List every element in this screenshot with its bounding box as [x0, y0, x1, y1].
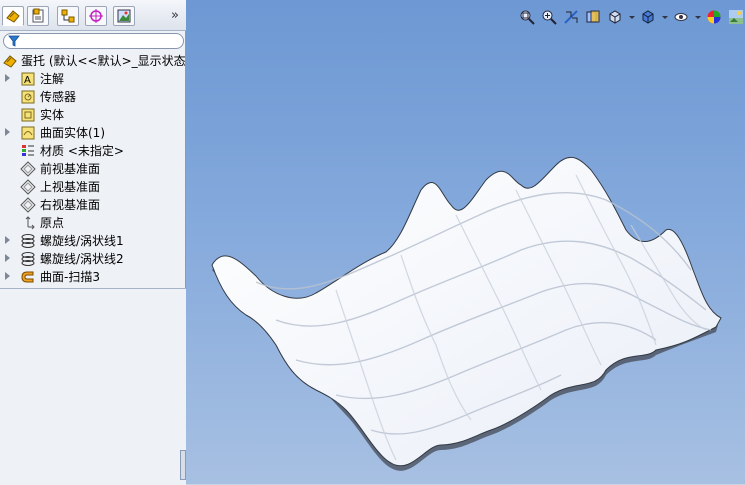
tree-item-label: 前视基准面	[40, 162, 101, 176]
part-icon	[3, 55, 17, 68]
property-sheet-icon	[32, 8, 44, 23]
zoom-to-fit-button[interactable]	[518, 8, 536, 26]
zoom-to-area-icon	[542, 10, 557, 25]
hide-show-items-icon	[674, 13, 688, 21]
dimxpert-icon	[89, 9, 103, 23]
feature-tree-icon	[6, 10, 20, 23]
heads-up-view-toolbar	[518, 6, 745, 28]
tree-item-sensors[interactable]: 传感器	[0, 88, 186, 106]
plane-icon	[20, 161, 36, 177]
svg-text:A: A	[24, 75, 31, 86]
swept-surface-icon	[21, 271, 34, 283]
tree-item-annotations[interactable]: A 注解	[0, 70, 186, 88]
helix-icon	[21, 252, 35, 266]
tree-item-label: 螺旋线/涡状线2	[40, 252, 124, 266]
feature-manager-tab[interactable]	[2, 6, 24, 26]
tree-item-label: 注解	[40, 72, 65, 86]
tree-item-origin[interactable]: 原点	[0, 214, 186, 232]
view-orientation-button[interactable]	[606, 8, 624, 26]
display-manager-tab[interactable]	[113, 6, 135, 26]
tree-item-solid-bodies[interactable]: 实体	[0, 106, 186, 124]
tree-item-swept-surface[interactable]: 曲面-扫描3	[0, 268, 186, 286]
hide-show-items-dropdown[interactable]	[694, 8, 701, 26]
display-style-button[interactable]	[639, 8, 657, 26]
sensor-icon	[21, 90, 35, 104]
expand-arrow-icon[interactable]	[5, 74, 10, 82]
feature-manager-pane: » 蛋托 (默认<<默认>_显示状态 A 注解 传感器 实体 曲面实体(1) 材…	[0, 0, 186, 485]
tree-root-part[interactable]: 蛋托 (默认<<默认>_显示状态	[0, 52, 186, 70]
tree-item-helix-2[interactable]: 螺旋线/涡状线2	[0, 250, 186, 268]
previous-view-button[interactable]	[562, 8, 580, 26]
plane-icon	[20, 179, 36, 195]
surface-bodies-icon	[21, 126, 35, 140]
hide-show-items-button[interactable]	[672, 8, 690, 26]
expand-arrow-icon[interactable]	[5, 236, 10, 244]
tree-item-label: 原点	[40, 216, 65, 230]
tree-item-material[interactable]: 材质 <未指定>	[0, 142, 186, 160]
material-icon	[22, 145, 34, 156]
tree-item-front-plane[interactable]: 前视基准面	[0, 160, 186, 178]
apply-scene-icon	[729, 10, 743, 24]
view-orientation-icon	[609, 10, 621, 24]
egg-tray-surface-model	[211, 156, 722, 471]
tree-item-label: 曲面实体(1)	[40, 126, 105, 140]
expand-arrow-icon[interactable]	[5, 272, 10, 280]
zoom-to-fit-icon	[520, 10, 535, 25]
tree-item-right-plane[interactable]: 右视基准面	[0, 196, 186, 214]
previous-view-icon	[564, 10, 578, 24]
tree-item-label: 传感器	[40, 90, 77, 104]
tree-item-top-plane[interactable]: 上视基准面	[0, 178, 186, 196]
tree-item-helix-1[interactable]: 螺旋线/涡状线1	[0, 232, 186, 250]
surface-face	[211, 156, 722, 467]
view-orientation-dropdown[interactable]	[628, 8, 635, 26]
tree-item-label: 实体	[40, 108, 65, 122]
apply-scene-button[interactable]	[727, 8, 745, 26]
edit-appearance-button[interactable]	[705, 8, 723, 26]
configuration-manager-tab[interactable]	[57, 6, 79, 26]
filter-icon	[8, 35, 20, 47]
solidworks-window: » 蛋托 (默认<<默认>_显示状态 A 注解 传感器 实体 曲面实体(1) 材…	[0, 0, 745, 485]
section-view-button[interactable]	[584, 8, 602, 26]
more-tabs-button[interactable]: »	[168, 8, 182, 24]
tree-item-surface-bodies[interactable]: 曲面实体(1)	[0, 124, 186, 142]
display-manager-icon	[117, 9, 131, 23]
zoom-to-area-button[interactable]	[540, 8, 558, 26]
graphics-area[interactable]	[186, 0, 745, 484]
annotation-icon: A	[21, 72, 35, 86]
tree-root-label: 蛋托 (默认<<默认>_显示状态	[21, 54, 186, 68]
tree-item-label: 材质 <未指定>	[40, 144, 124, 158]
solid-bodies-icon	[21, 108, 35, 122]
feature-manager-empty-area	[0, 288, 186, 485]
plane-icon	[20, 197, 36, 213]
expand-arrow-icon[interactable]	[5, 128, 10, 136]
dimxpert-manager-tab[interactable]	[85, 6, 107, 26]
tree-item-label: 上视基准面	[40, 180, 101, 194]
feature-tree-filter[interactable]	[3, 33, 184, 49]
configuration-icon	[61, 9, 75, 23]
section-view-icon	[586, 10, 600, 23]
tree-item-label: 螺旋线/涡状线1	[40, 234, 124, 248]
display-style-dropdown[interactable]	[661, 8, 668, 26]
property-manager-tab[interactable]	[27, 6, 49, 26]
expand-arrow-icon[interactable]	[5, 254, 10, 262]
manager-tabs: »	[0, 0, 186, 31]
tree-item-label: 右视基准面	[40, 198, 101, 212]
helix-icon	[21, 234, 35, 248]
tree-item-label: 曲面-扫描3	[40, 270, 100, 284]
edit-appearance-icon	[707, 10, 721, 24]
origin-icon	[25, 216, 35, 230]
display-style-icon	[642, 10, 654, 24]
